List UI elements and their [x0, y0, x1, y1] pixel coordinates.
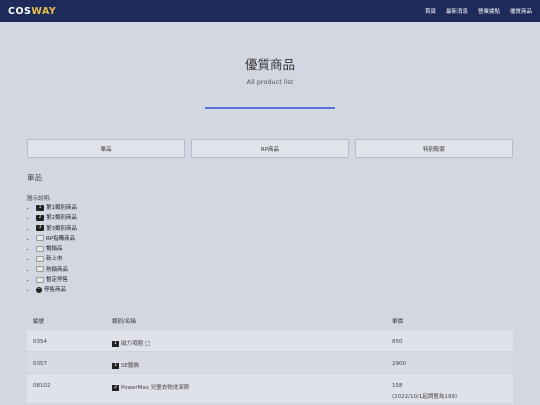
- category-2-icon: 2: [36, 214, 44, 221]
- temp-suspended-icon: [36, 276, 44, 283]
- header-id: 編號: [33, 319, 45, 325]
- legend-list: 1第1類別商品 2第2類別商品 3第3類別商品 RP指購商品 暢銷品 新上市 熱…: [27, 203, 77, 296]
- cell-id: 0357: [33, 361, 47, 367]
- category-tabs: 單品 RP商品 特別配套: [27, 139, 513, 158]
- legend-item: 暢銷品: [36, 244, 77, 254]
- main-nav: 首頁 最新消息 營業據點 優質商品: [425, 7, 532, 15]
- legend-item: 3第3類別商品: [36, 224, 77, 234]
- legend-label: 暫定停售: [46, 277, 69, 284]
- tab-single-items[interactable]: 單品: [27, 139, 185, 158]
- product-name[interactable]: SE腹飾: [121, 363, 139, 369]
- legend-label: 第1類別商品: [46, 205, 77, 211]
- legend-label: 新上市: [46, 256, 63, 263]
- rp-product-icon: [36, 235, 44, 242]
- cell-id: 0354: [33, 339, 47, 345]
- product-name[interactable]: 磁力項圈: [121, 341, 143, 347]
- tab-rp-products[interactable]: RP商品: [191, 139, 349, 158]
- legend-label: 暢銷品: [46, 246, 63, 253]
- cell-price: 850: [392, 339, 403, 345]
- cell-name: 1 SE腹飾: [112, 361, 392, 369]
- table-header: 編號 類別/名稱 單價: [27, 313, 513, 329]
- nav-locations[interactable]: 營業據點: [478, 7, 500, 15]
- nav-home[interactable]: 首頁: [425, 7, 436, 15]
- legend-label: RP指購商品: [46, 235, 76, 242]
- price-value: 158: [392, 383, 403, 389]
- cell-price: 2900: [392, 361, 406, 367]
- page-title: 優質商品: [244, 57, 295, 72]
- category-badge-icon: 2: [112, 384, 119, 391]
- cell-name: 1 磁力項圈: [112, 339, 392, 347]
- legend-label: 停售商品: [44, 287, 67, 294]
- discontinued-icon: −: [36, 286, 42, 293]
- legend-item: 熱銷商品: [36, 265, 77, 275]
- logo-text-a: COS: [8, 5, 32, 17]
- new-arrival-icon: [36, 255, 44, 262]
- price-note: (2022/10/1起調整為199): [392, 394, 457, 400]
- product-name[interactable]: PowerMax 兒童衣物洗潔劑: [121, 385, 189, 391]
- page-subtitle: All product list: [246, 78, 294, 86]
- legend-item: 暫定停售: [36, 275, 77, 285]
- section-title: 單品: [27, 173, 42, 182]
- top-navbar: COSWAY 首頁 最新消息 營業據點 優質商品: [0, 0, 540, 22]
- legend-item: 2第2類別商品: [36, 213, 77, 223]
- cell-name: 2 PowerMax 兒童衣物洗潔劑: [112, 383, 392, 391]
- legend-item: 新上市: [36, 254, 77, 264]
- header-price: 單價: [392, 319, 404, 325]
- category-badge-icon: 1: [112, 362, 119, 369]
- bestseller-icon: [36, 245, 44, 252]
- table-row[interactable]: 0354 1 磁力項圈 850: [27, 329, 513, 351]
- hot-item-icon: [36, 266, 44, 273]
- category-3-icon: 3: [36, 225, 44, 232]
- table-row[interactable]: 0357 1 SE腹飾 2900: [27, 351, 513, 373]
- category-badge-icon: 1: [112, 340, 119, 347]
- status-icon: [145, 341, 151, 346]
- category-1-icon: 1: [36, 204, 44, 211]
- cell-id: 08102: [33, 383, 51, 389]
- legend-item: 1第1類別商品: [36, 203, 77, 213]
- cosway-logo[interactable]: COSWAY: [8, 6, 56, 17]
- table-row[interactable]: 08102 2 PowerMax 兒童衣物洗潔劑 158 (2022/10/1起調整…: [27, 373, 513, 403]
- header-name: 類別/名稱: [112, 319, 136, 325]
- legend-label: 第2類別商品: [46, 215, 77, 222]
- legend-label: 熱銷商品: [46, 266, 69, 273]
- product-table: 編號 類別/名稱 單價 0354 1 磁力項圈 850 0357 1 SE腹飾 29…: [27, 313, 513, 403]
- nav-news[interactable]: 最新消息: [446, 7, 468, 15]
- tab-special-packages[interactable]: 特別配套: [355, 139, 513, 158]
- legend-item: RP指購商品: [36, 234, 77, 244]
- nav-products[interactable]: 優質商品: [510, 7, 532, 15]
- legend-item: −停售商品: [36, 285, 77, 295]
- logo-text-b: WAY: [31, 5, 57, 17]
- legend-label: 第3類別商品: [46, 225, 77, 232]
- legend-title: 圖示說明:: [27, 196, 51, 202]
- title-underline: [205, 107, 335, 109]
- cell-price: 158 (2022/10/1起調整為199): [392, 383, 513, 400]
